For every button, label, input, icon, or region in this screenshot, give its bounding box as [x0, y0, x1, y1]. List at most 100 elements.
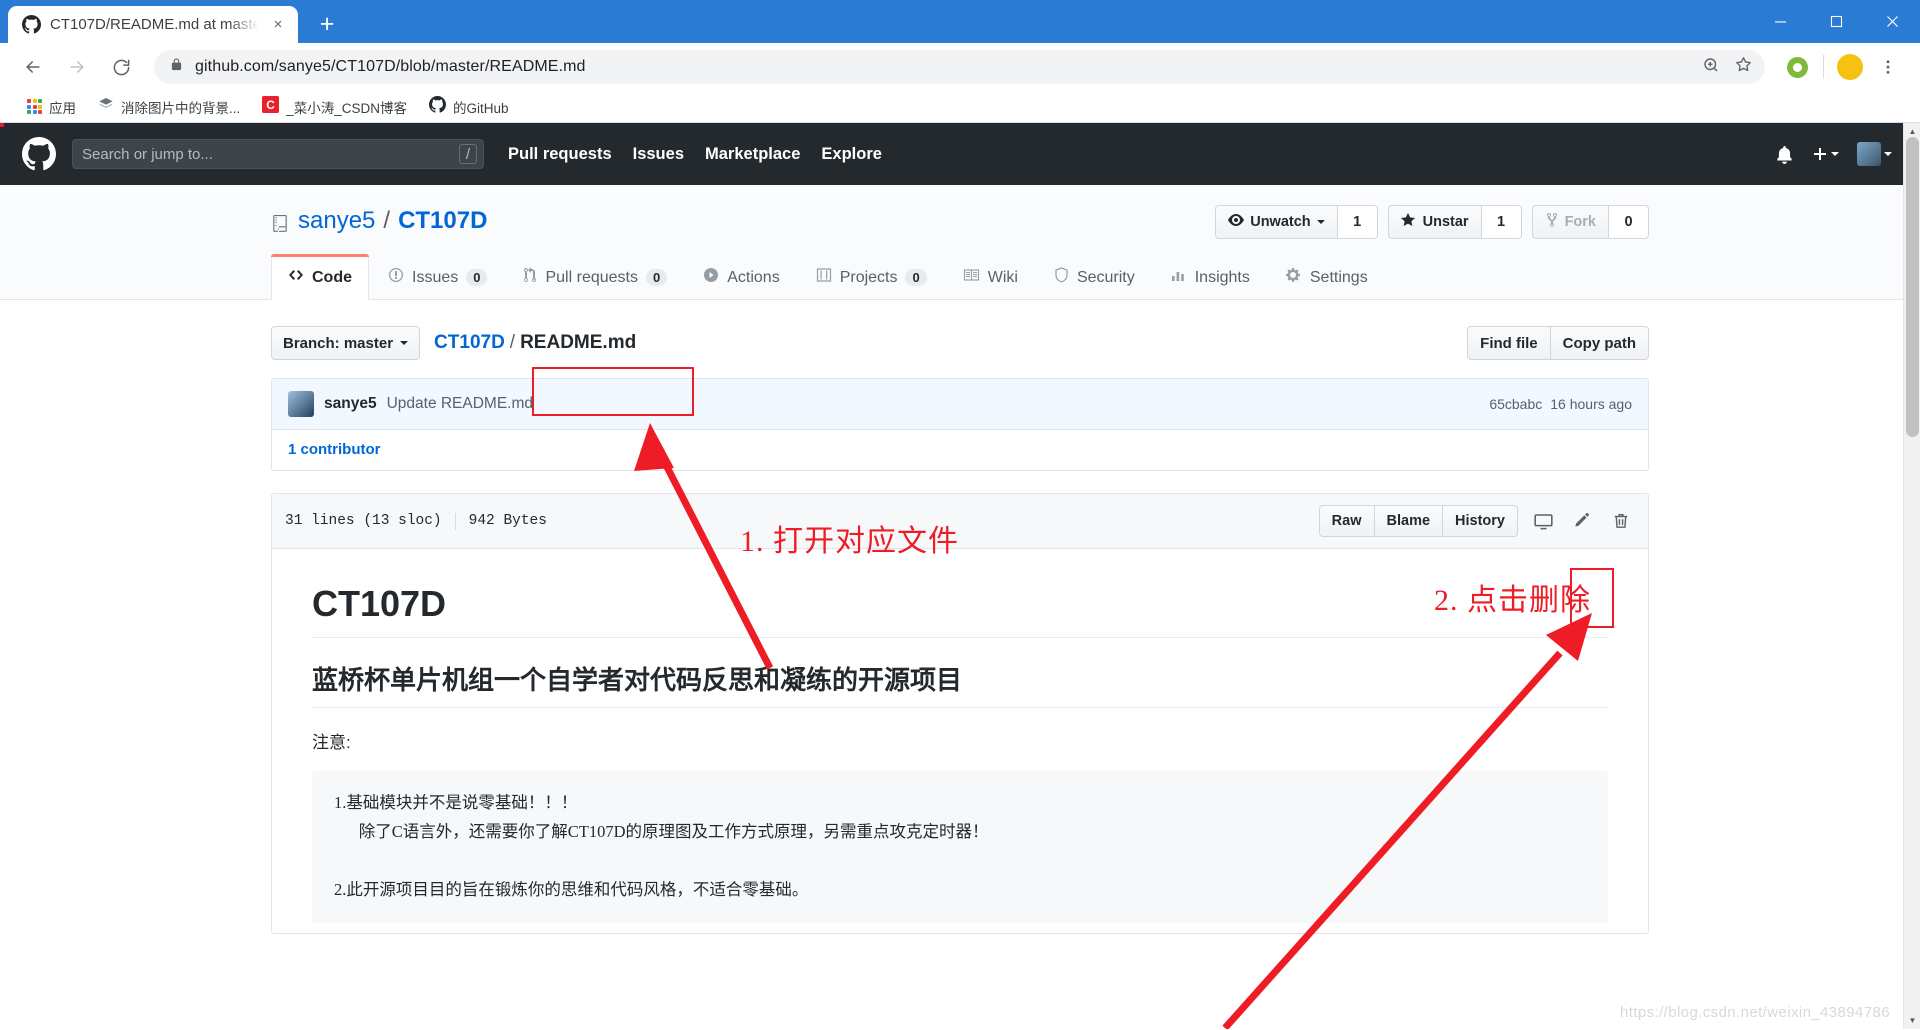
branch-selector-button[interactable]: Branch: master: [271, 326, 421, 360]
github-mark-icon[interactable]: [22, 137, 56, 171]
repo-owner-link[interactable]: sanye5: [298, 207, 375, 235]
nav-explore[interactable]: Explore: [821, 145, 882, 164]
back-arrow-icon[interactable]: [14, 48, 52, 86]
unstar-button[interactable]: Unstar: [1387, 205, 1482, 239]
user-avatar[interactable]: [1857, 142, 1892, 166]
nav-marketplace[interactable]: Marketplace: [705, 145, 800, 164]
fork-button-group: Fork 0: [1531, 205, 1649, 239]
tab-actions[interactable]: Actions: [686, 254, 796, 300]
code-icon: [288, 267, 304, 288]
search-input[interactable]: Search or jump to... /: [72, 139, 484, 169]
history-button[interactable]: History: [1443, 505, 1518, 537]
tab-count: 0: [645, 269, 668, 286]
fork-icon: [1545, 212, 1559, 232]
bookmark-label: _菜小涛_CSDN博客: [286, 100, 408, 116]
bookmark-label: 的GitHub: [453, 100, 509, 116]
tab-projects[interactable]: Projects 0: [799, 254, 944, 300]
tab-count: 0: [905, 269, 927, 286]
file-navigation: Branch: master CT107D / README.md Find f…: [271, 326, 1649, 360]
copy-path-button[interactable]: Copy path: [1550, 326, 1649, 360]
fork-button[interactable]: Fork: [1531, 205, 1609, 239]
tab-label: Issues: [412, 268, 459, 286]
breadcrumb-filename: README.md: [520, 332, 637, 353]
trash-icon[interactable]: [1607, 507, 1635, 535]
latest-commit-row: sanye5 Update README.md 65cbabc 16 hours…: [272, 379, 1648, 430]
url-text: github.com/sanye5/CT107D/blob/master/REA…: [195, 58, 586, 75]
new-tab-button[interactable]: +: [310, 7, 344, 41]
repo-icon: [271, 212, 289, 232]
raw-button[interactable]: Raw: [1318, 505, 1375, 537]
commit-author-name[interactable]: sanye5: [324, 395, 377, 413]
bookmarks-bar: 应用 消除图片中的背景... C _菜小涛_CSDN博客 的GitHub: [0, 91, 1920, 123]
bell-icon[interactable]: [1775, 145, 1794, 164]
bookmark-github[interactable]: 的GitHub: [418, 94, 520, 120]
star-count[interactable]: 1: [1481, 205, 1522, 239]
commit-sha[interactable]: 65cbabc: [1489, 396, 1542, 412]
search-shortcut-key: /: [459, 144, 477, 164]
nav-issues[interactable]: Issues: [633, 145, 684, 164]
tab-insights[interactable]: Insights: [1154, 254, 1267, 300]
menu-icon[interactable]: [1870, 49, 1906, 85]
lock-icon: [170, 57, 183, 77]
commit-author-avatar[interactable]: [288, 391, 314, 417]
tab-label: Insights: [1194, 268, 1250, 286]
browser-tab[interactable]: CT107D/README.md at maste ×: [8, 6, 298, 43]
forward-arrow-icon[interactable]: [58, 48, 96, 86]
tab-wiki[interactable]: Wiki: [946, 254, 1035, 300]
file-nav-buttons: Find file Copy path: [1467, 326, 1649, 360]
bookmark-apps[interactable]: 应用: [16, 94, 87, 120]
branch-label: Branch: master: [283, 334, 394, 352]
close-window-icon[interactable]: [1864, 0, 1920, 43]
unwatch-button[interactable]: Unwatch: [1215, 205, 1338, 239]
blame-button[interactable]: Blame: [1374, 505, 1444, 537]
file-box: 31 lines (13 sloc) 942 Bytes Raw Blame H…: [271, 493, 1649, 934]
watch-count[interactable]: 1: [1337, 205, 1378, 239]
breadcrumb-root-link[interactable]: CT107D: [434, 332, 505, 354]
repo-title-separator: /: [383, 207, 391, 234]
nav-pull-requests[interactable]: Pull requests: [508, 145, 612, 164]
scroll-down-arrow[interactable]: ▼: [1904, 1012, 1920, 1029]
commit-message[interactable]: Update README.md: [387, 395, 533, 413]
tab-pull-requests[interactable]: Pull requests 0: [506, 254, 684, 300]
find-file-button[interactable]: Find file: [1467, 326, 1551, 360]
file-toolbar: Raw Blame History: [1318, 505, 1635, 537]
commit-time: 16 hours ago: [1550, 396, 1632, 412]
contributors-row: 1 contributor: [272, 430, 1648, 470]
bookmark-csdn[interactable]: C _菜小涛_CSDN博客: [251, 94, 418, 120]
zoom-icon[interactable]: [1702, 56, 1720, 79]
fork-count[interactable]: 0: [1609, 205, 1649, 239]
close-icon[interactable]: ×: [268, 15, 288, 35]
extension-icon[interactable]: [1779, 49, 1815, 85]
tab-settings[interactable]: Settings: [1269, 254, 1385, 300]
tab-label: Wiki: [987, 268, 1018, 286]
eye-icon: [1228, 212, 1245, 232]
address-bar[interactable]: github.com/sanye5/CT107D/blob/master/REA…: [154, 50, 1765, 84]
bookmark-remove-bg[interactable]: 消除图片中的背景...: [87, 94, 251, 120]
minimize-icon[interactable]: [1752, 0, 1808, 43]
plus-icon[interactable]: [1812, 146, 1839, 162]
tab-security[interactable]: Security: [1037, 254, 1152, 300]
readme-content: CT107D 蓝桥杯单片机组一个自学者对代码反思和凝练的开源项目 注意: 1.基…: [272, 549, 1648, 933]
profile-avatar[interactable]: [1832, 49, 1868, 85]
readme-note-label: 注意:: [312, 733, 351, 752]
breadcrumb: CT107D / README.md: [434, 332, 636, 354]
scrollbar-thumb[interactable]: [1906, 137, 1919, 437]
bookmark-star-icon[interactable]: [1734, 55, 1753, 79]
tab-code[interactable]: Code: [271, 254, 369, 300]
reload-icon[interactable]: [102, 48, 140, 86]
pencil-icon[interactable]: [1568, 507, 1596, 535]
search-placeholder: Search or jump to...: [82, 145, 213, 163]
avatar: [1837, 54, 1863, 80]
commit-meta: 65cbabc 16 hours ago: [1489, 396, 1632, 412]
unwatch-label: Unwatch: [1250, 214, 1311, 230]
page-scrollbar[interactable]: ▲ ▼: [1903, 123, 1920, 1029]
repo-name-link[interactable]: CT107D: [398, 207, 487, 235]
maximize-icon[interactable]: [1808, 0, 1864, 43]
repo-body: Branch: master CT107D / README.md Find f…: [0, 300, 1920, 934]
contributors-link[interactable]: 1 contributor: [288, 441, 381, 458]
desktop-icon[interactable]: [1529, 507, 1557, 535]
tab-count: 0: [466, 269, 488, 286]
avatar: [1857, 142, 1881, 166]
tab-issues[interactable]: Issues 0: [371, 254, 504, 300]
bookmark-label: 应用: [49, 100, 76, 116]
